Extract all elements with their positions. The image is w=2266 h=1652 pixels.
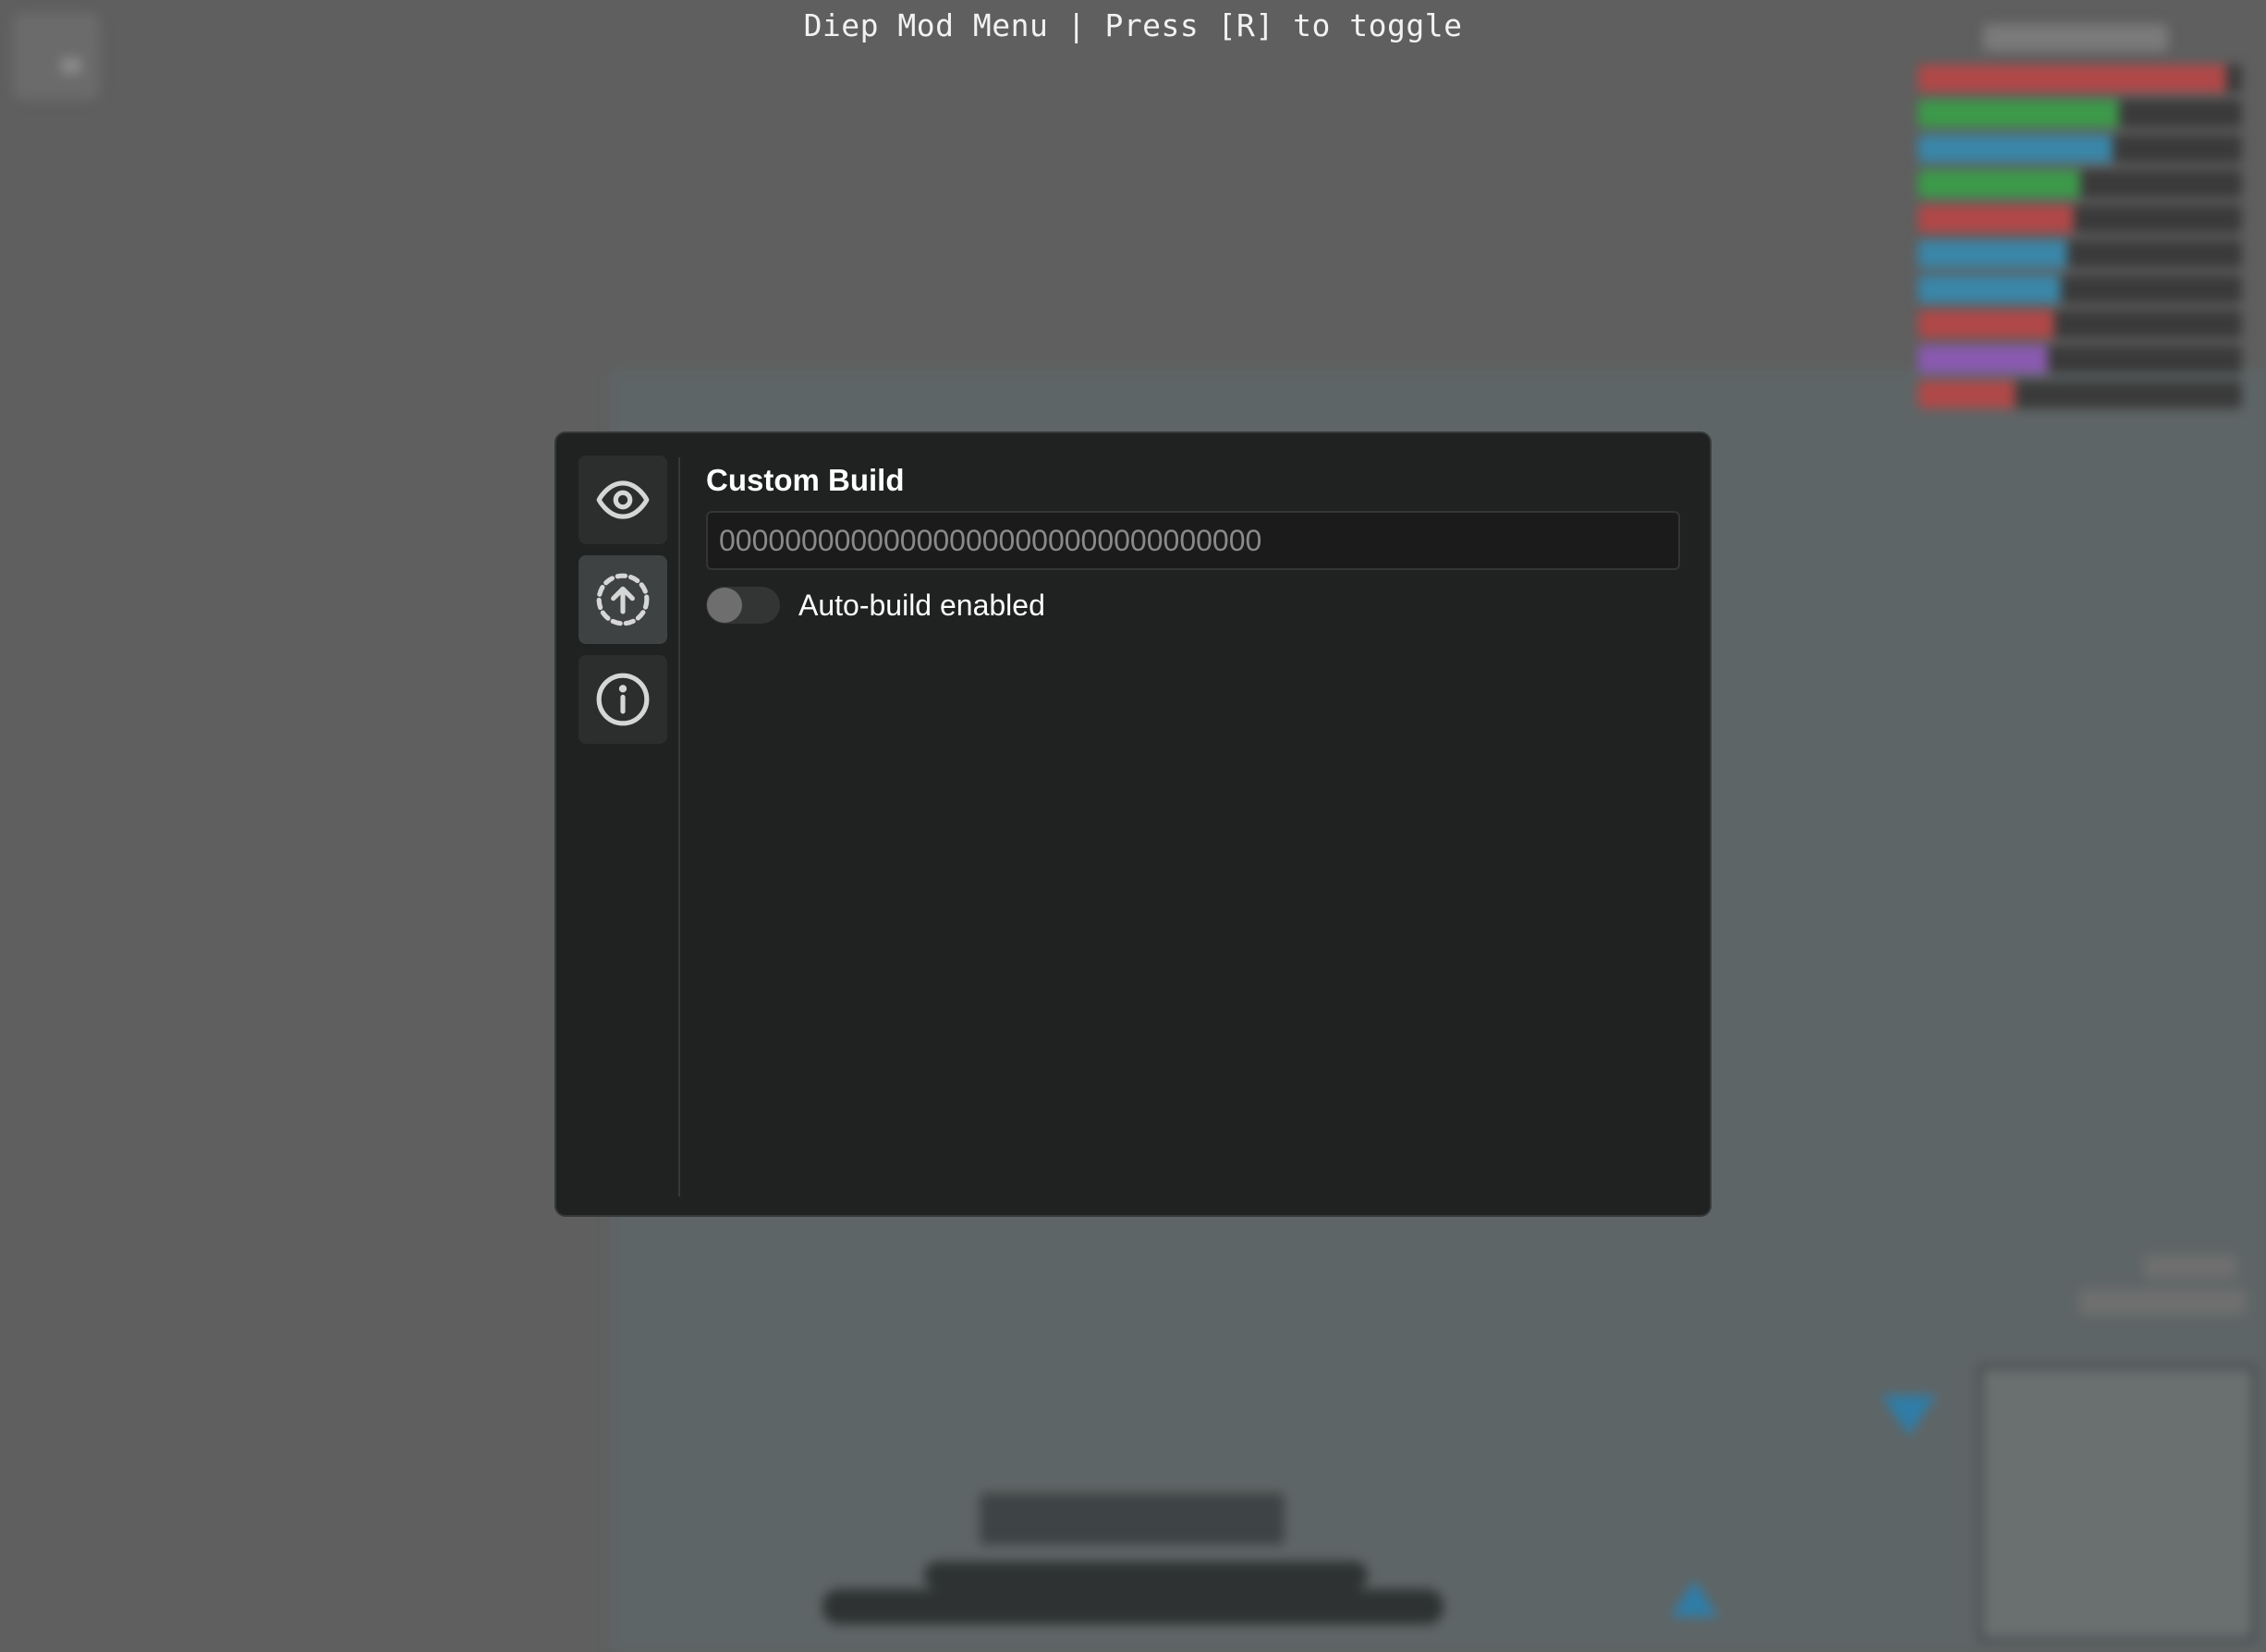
leaderboard xyxy=(1919,24,2242,430)
tab-info[interactable] xyxy=(579,655,667,744)
leaderboard-row xyxy=(1919,346,2242,373)
minimap xyxy=(1978,1364,2257,1643)
toggle-knob xyxy=(707,588,742,623)
auto-build-label: Auto-build enabled xyxy=(798,588,1045,622)
auto-build-row: Auto-build enabled xyxy=(706,587,1682,624)
section-title: Custom Build xyxy=(706,463,905,497)
auto-build-toggle[interactable] xyxy=(706,587,780,624)
custom-build-input[interactable] xyxy=(706,511,1680,570)
info-icon xyxy=(596,673,650,726)
eye-icon xyxy=(596,480,650,519)
menu-banner: Diep Mod Menu | Press [R] to toggle xyxy=(803,7,1463,43)
triangle-shape xyxy=(1671,1580,1719,1617)
leaderboard-row xyxy=(1919,135,2242,163)
minimap-label xyxy=(2079,1289,2246,1315)
player-name xyxy=(980,1493,1285,1545)
leaderboard-row xyxy=(1919,205,2242,233)
tab-build[interactable] xyxy=(579,555,667,644)
build-panel: Custom Build Auto-build enabled xyxy=(706,463,1682,624)
leaderboard-row xyxy=(1919,275,2242,303)
mod-menu-modal: Custom Build Auto-build enabled xyxy=(554,431,1712,1217)
triangle-shape xyxy=(1882,1395,1937,1436)
leaderboard-row xyxy=(1919,381,2242,408)
leaderboard-row xyxy=(1919,100,2242,128)
upload-circle-icon xyxy=(596,573,650,626)
score-bar xyxy=(924,1561,1368,1589)
tab-visuals[interactable] xyxy=(579,456,667,544)
level-bar xyxy=(822,1589,1444,1624)
minimap-label xyxy=(2144,1255,2236,1279)
leaderboard-row xyxy=(1919,170,2242,198)
leaderboard-row xyxy=(1919,240,2242,268)
leaderboard-row xyxy=(1919,310,2242,338)
sidebar-divider xyxy=(678,457,680,1196)
sidebar xyxy=(579,456,669,755)
leaderboard-row xyxy=(1919,65,2242,92)
